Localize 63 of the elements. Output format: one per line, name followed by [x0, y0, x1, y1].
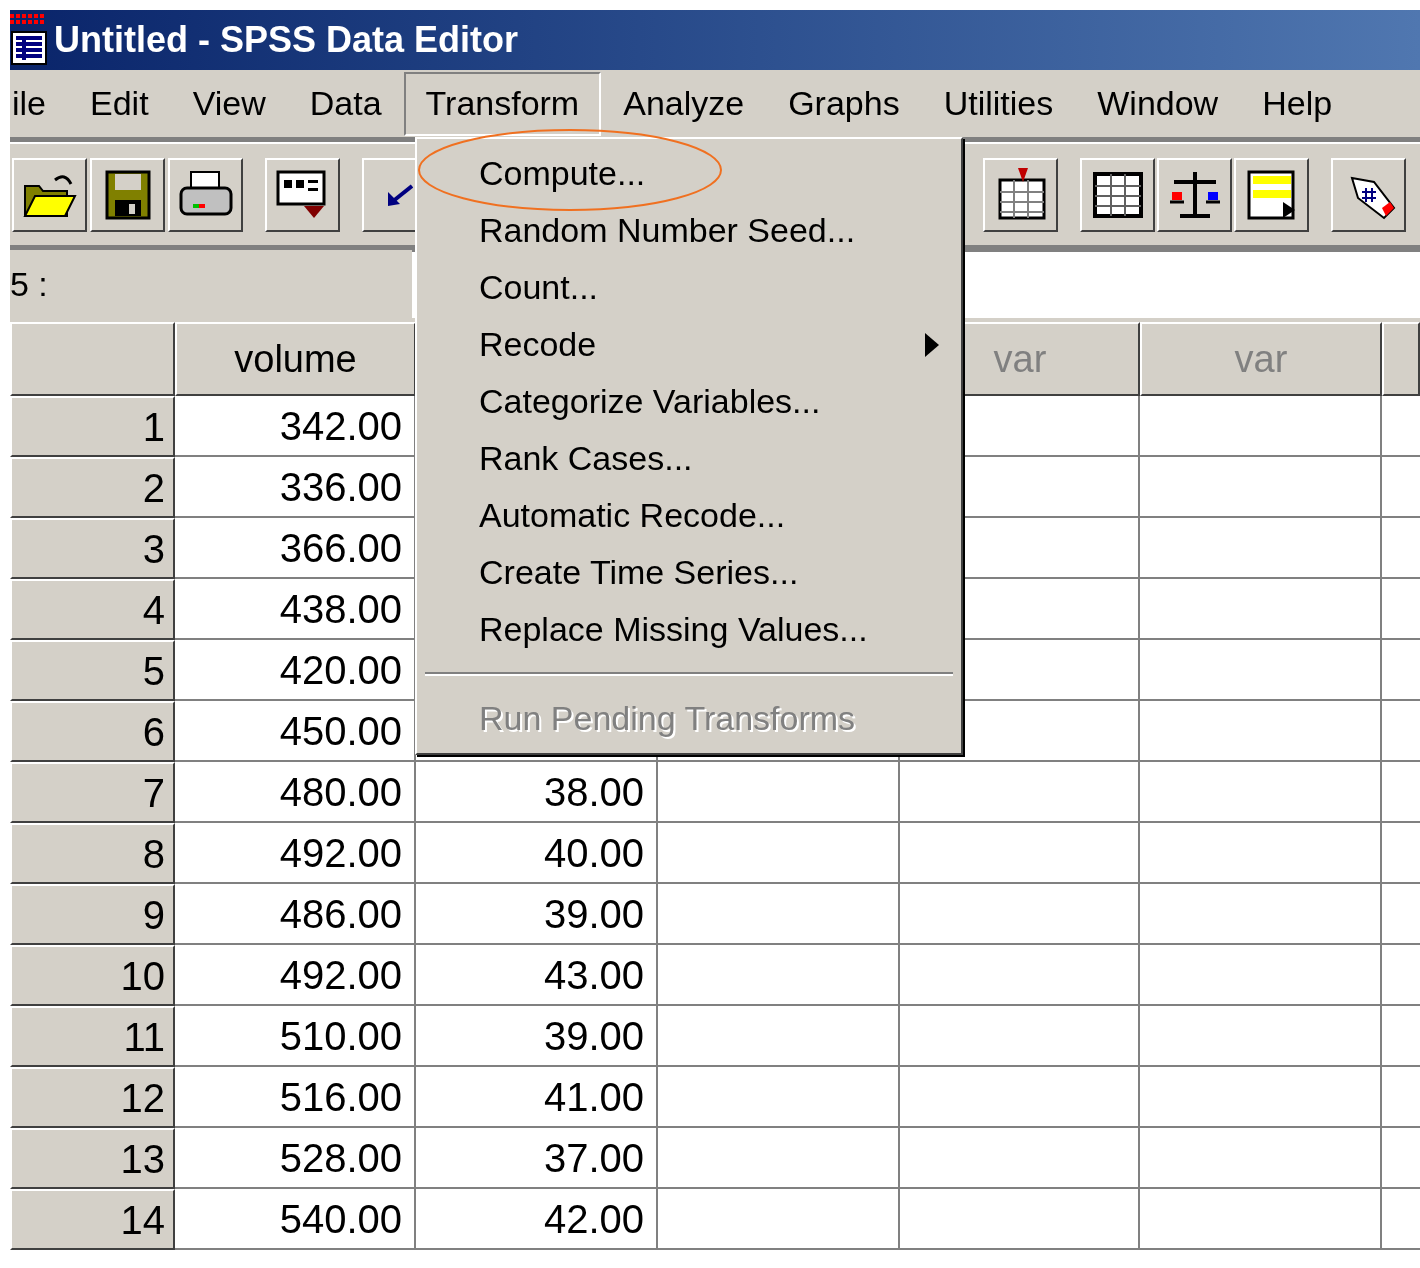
table-cell: 41.00 — [416, 1067, 658, 1128]
column-header[interactable] — [1382, 322, 1420, 396]
row-header[interactable]: 4 — [10, 579, 175, 640]
window-title: Untitled - SPSS Data Editor — [54, 18, 519, 62]
table-cell: 540.00 — [175, 1189, 416, 1250]
submenu-arrow-icon — [925, 332, 939, 357]
row-header[interactable]: 6 — [10, 701, 175, 762]
variables-button[interactable] — [1080, 157, 1155, 232]
open-button[interactable] — [12, 157, 87, 232]
column-header[interactable]: volume — [175, 322, 416, 396]
go-to-case-button[interactable] — [983, 157, 1058, 232]
select-cases-button[interactable] — [1234, 157, 1309, 232]
cell-reference: 5 : — [10, 263, 48, 305]
menu-command[interactable]: Rank Cases... — [425, 430, 953, 487]
row-header[interactable]: 7 — [10, 762, 175, 823]
menu-command[interactable]: Replace Missing Values... — [425, 601, 953, 658]
menu-command[interactable]: Random Number Seed... — [425, 202, 953, 259]
menu-item[interactable]: Data — [287, 71, 404, 136]
row-header[interactable]: 1 — [10, 396, 175, 457]
menu-command[interactable]: Create Time Series... — [425, 544, 953, 601]
row-header[interactable]: 9 — [10, 884, 175, 945]
row-header[interactable]: 11 — [10, 1006, 175, 1067]
table-cell: 492.00 — [175, 945, 416, 1006]
row-header[interactable]: 2 — [10, 457, 175, 518]
row-header[interactable]: 8 — [10, 823, 175, 884]
undo-arrow-icon — [386, 183, 413, 206]
save-button[interactable] — [90, 157, 165, 232]
table-cell: 40.00 — [416, 823, 658, 884]
table-cell: 528.00 — [175, 1128, 416, 1189]
menu-item[interactable]: Window — [1075, 71, 1241, 136]
dialog-recall-button[interactable] — [265, 157, 340, 232]
row-header[interactable]: 3 — [10, 518, 175, 579]
menu-item[interactable]: Transform — [403, 71, 602, 136]
row-header[interactable]: 13 — [10, 1128, 175, 1189]
table-cell: 516.00 — [175, 1067, 416, 1128]
table-cell: 37.00 — [416, 1128, 658, 1189]
table-cell: 510.00 — [175, 1006, 416, 1067]
table-cell: 43.00 — [416, 945, 658, 1006]
row-header[interactable]: 5 — [10, 640, 175, 701]
row-header[interactable]: 10 — [10, 945, 175, 1006]
table-cell: 486.00 — [175, 884, 416, 945]
table-cell: 480.00 — [175, 762, 416, 823]
row-header[interactable]: 12 — [10, 1067, 175, 1128]
table-cell: 39.00 — [416, 884, 658, 945]
menu-item[interactable]: ile — [10, 71, 69, 136]
menu-item[interactable]: Utilities — [921, 71, 1076, 136]
row-header[interactable]: 14 — [10, 1189, 175, 1250]
print-button[interactable] — [168, 157, 243, 232]
table-cell: 42.00 — [416, 1189, 658, 1250]
menu-command[interactable]: Compute... — [425, 145, 953, 202]
data-editor-icon — [10, 14, 50, 66]
menu-item[interactable]: Analyze — [601, 71, 767, 136]
table-cell: 492.00 — [175, 823, 416, 884]
menu-item[interactable]: View — [170, 71, 288, 136]
menu-item[interactable]: Graphs — [766, 71, 922, 136]
menu-command[interactable]: Automatic Recode... — [425, 487, 953, 544]
menu-command[interactable]: Count... — [425, 259, 953, 316]
table-cell: 39.00 — [416, 1006, 658, 1067]
menu-item[interactable]: Help — [1240, 71, 1355, 136]
menu-item[interactable]: Edit — [68, 71, 171, 136]
value-labels-button[interactable] — [1331, 157, 1406, 232]
weight-cases-button[interactable] — [1157, 157, 1232, 232]
table-cell: 38.00 — [416, 762, 658, 823]
